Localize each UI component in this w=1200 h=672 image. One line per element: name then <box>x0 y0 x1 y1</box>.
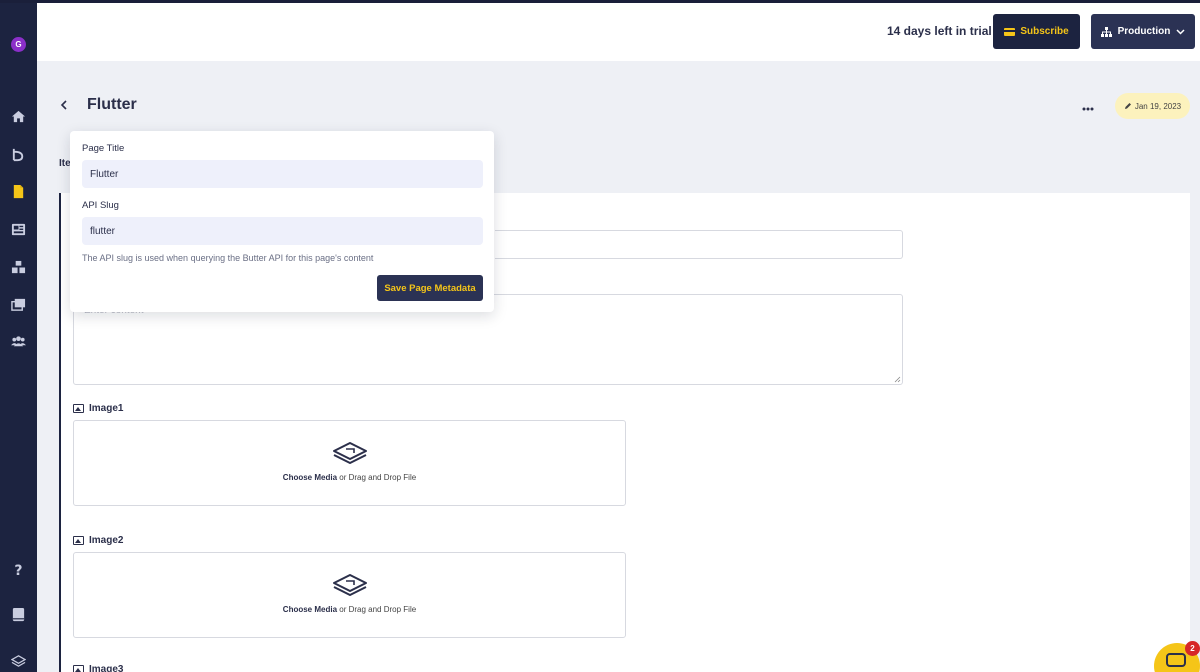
help-icon[interactable]: ? <box>10 561 27 578</box>
trial-status: 14 days left in trial <box>887 24 992 38</box>
image1-label-text: Image1 <box>89 403 124 414</box>
ellipsis-icon <box>1082 107 1094 111</box>
choose-media-link[interactable]: Choose Media <box>283 473 337 482</box>
api-slug-help-text: The API slug is used when querying the B… <box>82 253 374 263</box>
resize-handle-icon[interactable] <box>893 375 901 383</box>
pencil-icon <box>1124 103 1131 109</box>
media-upload-icon <box>333 574 367 596</box>
subscribe-button[interactable]: Subscribe <box>993 14 1080 49</box>
media-upload-icon <box>333 442 367 464</box>
chat-icon <box>1166 653 1186 667</box>
save-page-metadata-button[interactable]: Save Page Metadata <box>377 275 483 301</box>
page-title-input[interactable] <box>82 160 483 188</box>
image1-dropzone[interactable]: Choose Media or Drag and Drop File <box>73 420 626 506</box>
users-icon[interactable] <box>10 333 27 350</box>
blog-icon[interactable] <box>10 146 27 163</box>
pages-icon[interactable] <box>10 183 27 200</box>
section-label: Ite <box>59 158 71 169</box>
dropzone-hint: or Drag and Drop File <box>337 473 417 482</box>
notification-badge: 2 <box>1185 641 1200 656</box>
image3-label-text: Image3 <box>89 664 124 672</box>
page-title: Flutter <box>87 96 137 113</box>
choose-media-link[interactable]: Choose Media <box>283 605 337 614</box>
page-metadata-popover: Page Title API Slug The API slug is used… <box>70 131 494 312</box>
image3-label: Image3 <box>73 664 123 672</box>
subscribe-label: Subscribe <box>1020 26 1069 37</box>
page-title-label: Page Title <box>82 143 125 154</box>
api-slug-input[interactable] <box>82 217 483 245</box>
dropzone-text: Choose Media or Drag and Drop File <box>74 473 625 482</box>
avatar[interactable]: G <box>11 37 26 52</box>
collections-icon[interactable] <box>10 259 27 276</box>
date-label: Jan 19, 2023 <box>1134 101 1182 111</box>
sidebar: G ? <box>0 0 37 672</box>
media-icon[interactable] <box>10 296 27 313</box>
text-field[interactable] <box>495 230 903 259</box>
top-bar: 14 days left in trial Subscribe Producti… <box>37 3 1200 61</box>
chevron-down-icon <box>1176 28 1185 35</box>
api-slug-label: API Slug <box>82 200 119 211</box>
more-options-button[interactable] <box>1082 98 1094 114</box>
top-border <box>0 0 1200 3</box>
docs-icon[interactable] <box>10 606 27 623</box>
dropzone-text: Choose Media or Drag and Drop File <box>74 605 625 614</box>
date-badge[interactable]: Jan 19, 2023 <box>1115 93 1190 119</box>
image2-dropzone[interactable]: Choose Media or Drag and Drop File <box>73 552 626 638</box>
home-icon[interactable] <box>10 108 27 125</box>
image-icon <box>73 404 84 413</box>
environment-label: Production <box>1117 26 1171 37</box>
image-icon <box>73 536 84 545</box>
svg-text:?: ? <box>14 563 22 577</box>
image2-label: Image2 <box>73 535 123 546</box>
image2-label-text: Image2 <box>89 535 124 546</box>
image-icon <box>73 665 84 672</box>
credit-card-icon <box>1004 27 1016 36</box>
layers-icon[interactable] <box>10 652 27 669</box>
sitemap-icon <box>1100 26 1112 37</box>
chevron-left-icon <box>60 100 67 110</box>
environment-dropdown[interactable]: Production <box>1091 14 1195 49</box>
dropzone-hint: or Drag and Drop File <box>337 605 417 614</box>
back-button[interactable] <box>60 99 72 113</box>
image1-label: Image1 <box>73 403 123 414</box>
page-types-icon[interactable] <box>10 221 27 238</box>
